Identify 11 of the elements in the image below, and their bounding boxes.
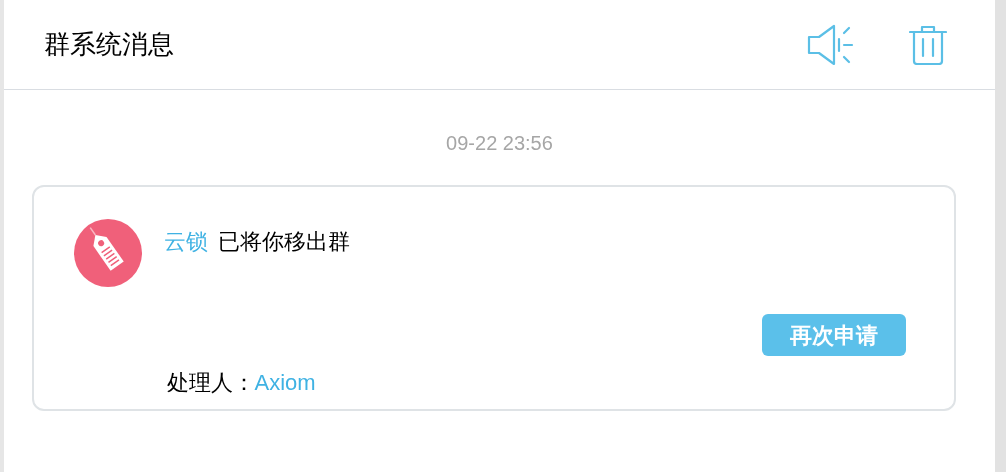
message-text: 已将你移出群	[217, 228, 350, 256]
scrollbar-track[interactable]	[995, 0, 1006, 472]
window-title: 群系统消息	[44, 28, 175, 61]
reapply-button[interactable]: 再次申请	[761, 314, 906, 356]
trash-icon[interactable]	[909, 24, 947, 65]
timestamp: 09-22 23:56	[446, 131, 553, 156]
handler-name[interactable]: Axiom	[254, 366, 316, 399]
tag-icon	[73, 219, 142, 287]
speaker-icon[interactable]	[807, 23, 855, 66]
handler-label: 处理人：	[166, 369, 255, 397]
group-name[interactable]: 云锁	[163, 225, 208, 258]
